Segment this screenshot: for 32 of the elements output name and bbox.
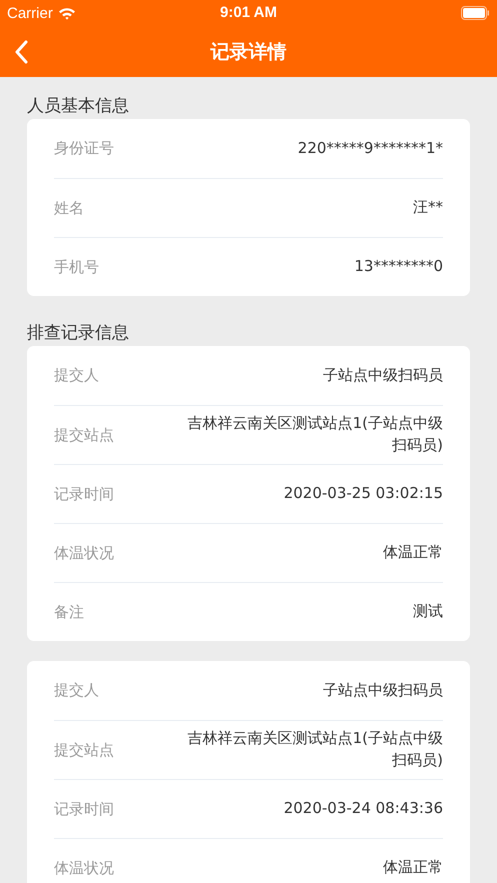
field-label: 提交站点 <box>54 740 114 760</box>
field-label: 体温状况 <box>54 544 114 562</box>
status-time: 9:01 AM <box>220 4 277 21</box>
field-label: 提交人 <box>54 681 99 700</box>
field-value: 220*****9*******1* <box>298 138 443 159</box>
field-label: 记录时间 <box>54 484 114 504</box>
field-value: 子站点中级扫码员 <box>323 680 443 701</box>
field-label: 提交站点 <box>54 426 114 444</box>
field-label: 手机号 <box>54 258 99 276</box>
field-value: 2020-03-25 03:02:15 <box>284 483 443 504</box>
section-title: 人员基本信息 <box>26 95 130 118</box>
battery-icon <box>461 6 490 20</box>
field-value: 体温正常 <box>383 857 443 878</box>
field-label: 身份证号 <box>54 139 114 158</box>
field-label: 提交人 <box>54 366 99 385</box>
field-label: 备注 <box>54 602 84 622</box>
field-value: 吉林祥云南关区测试站点1(子站点中级扫码员) <box>186 728 443 771</box>
nav-title: 记录详情 <box>210 40 286 64</box>
field-label: 记录时间 <box>54 800 114 818</box>
back-button[interactable] <box>14 40 28 64</box>
field-label: 体温状况 <box>54 858 114 878</box>
field-value: 体温正常 <box>383 542 443 564</box>
field-label: 姓名 <box>54 198 84 218</box>
field-value: 吉林祥云南关区测试站点1(子站点中级扫码员) <box>186 413 443 456</box>
field-value: 汪** <box>413 197 443 218</box>
wifi-icon <box>58 6 76 20</box>
carrier-label: Carrier <box>7 4 53 22</box>
section-title: 排查记录信息 <box>26 322 130 345</box>
field-value: 子站点中级扫码员 <box>323 364 443 386</box>
field-value: 2020-03-24 08:43:36 <box>284 798 443 820</box>
field-value: 13********0 <box>354 256 443 278</box>
field-value: 测试 <box>413 601 443 622</box>
